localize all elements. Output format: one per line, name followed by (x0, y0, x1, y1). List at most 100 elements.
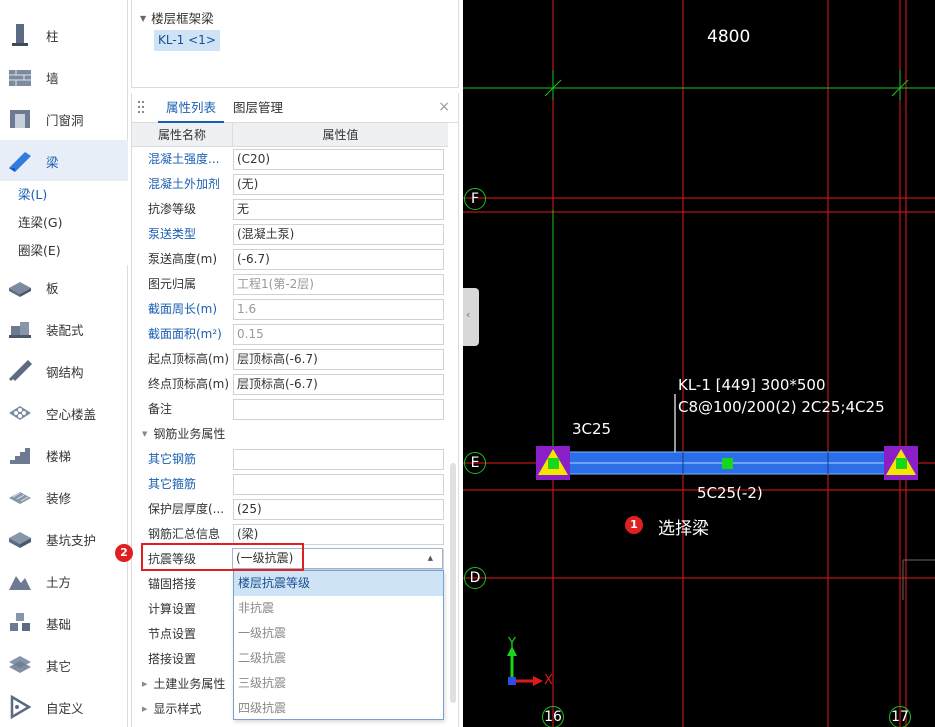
nav-item-label: 装修 (46, 490, 72, 506)
property-value[interactable]: (无) (233, 174, 444, 195)
column-header-value: 属性值 (233, 123, 448, 147)
sub-item-0[interactable]: 梁(L) (0, 181, 128, 209)
step-1-instruction: 选择梁 (658, 519, 709, 539)
step-badge-1: 1 (625, 516, 643, 534)
nav-item-hollow-floor[interactable]: 空心楼盖 (0, 392, 128, 434)
dimension-text: 4800 (707, 27, 751, 47)
sub-item-1[interactable]: 连梁(G) (0, 209, 128, 237)
construction-lines (902, 559, 935, 600)
nav-item-label: 其它 (46, 658, 72, 674)
nav-item-earthwork[interactable]: 土方 (0, 560, 128, 602)
tab-layer-manager[interactable]: 图层管理 (225, 93, 291, 123)
property-value[interactable]: 工程1(第-2层) (233, 274, 444, 295)
nav-item-wall[interactable]: 墙 (0, 56, 128, 98)
chevron-icon: ▶ (142, 705, 148, 713)
property-name: 图元归属 (148, 277, 197, 291)
tree-item-kl-1[interactable]: KL-1 <1> (154, 30, 220, 51)
dropdown-option[interactable]: 非抗震 (234, 596, 443, 621)
close-icon[interactable]: × (438, 99, 450, 115)
tree-group-floor-frame-beam[interactable]: ▼ 楼层框架梁 (140, 8, 214, 27)
nav-item-label: 板 (46, 280, 59, 296)
scrollbar[interactable] (450, 463, 456, 703)
nav-item-other[interactable]: 其它 (0, 644, 128, 686)
property-name[interactable]: 泵送类型 (148, 222, 196, 247)
dropdown-option[interactable]: 二级抗震 (234, 646, 443, 671)
caret-up-icon: ▲ (427, 554, 433, 562)
property-value[interactable]: 无 (233, 199, 444, 220)
property-row: 截面面积(m²) 0.15 (132, 322, 448, 347)
property-name[interactable]: 混凝土强度... (148, 147, 219, 172)
property-value[interactable]: 0.15 (233, 324, 444, 345)
property-value[interactable]: (混凝土泵) (233, 224, 444, 245)
property-value[interactable]: 层顶标高(-6.7) (233, 349, 444, 370)
property-value[interactable]: (25) (233, 499, 444, 520)
property-name[interactable]: 其它钢筋 (148, 447, 196, 472)
nav-item-beam[interactable]: 梁 (0, 140, 128, 182)
decoration-icon (9, 492, 31, 504)
dropdown-option[interactable]: 楼层抗震等级 (234, 571, 443, 596)
property-row: 其它钢筋 (132, 447, 448, 472)
property-value[interactable]: 1.6 (233, 299, 444, 320)
group-rebar-properties[interactable]: ▼ 钢筋业务属性 (132, 422, 448, 447)
column-icon (12, 24, 28, 46)
property-value[interactable]: (梁) (233, 524, 444, 545)
property-value[interactable]: (-6.7) (233, 249, 444, 270)
nav-item-steel[interactable]: 钢结构 (0, 350, 128, 392)
nav-item-column[interactable]: 柱 (0, 14, 128, 56)
nav-item-slab[interactable]: 板 (0, 266, 128, 308)
nav-item-foundation[interactable]: 基础 (0, 602, 128, 644)
property-name[interactable]: 截面面积(m²) (148, 322, 222, 347)
property-row: 保护层厚度(... (25) (132, 497, 448, 522)
nav-item-label: 自定义 (46, 700, 84, 716)
nav-item-prefab[interactable]: 装配式 (0, 308, 128, 350)
property-row: 截面周长(m) 1.6 (132, 297, 448, 322)
column-header-name: 属性名称 (132, 123, 233, 147)
nav-item-decoration[interactable]: 装修 (0, 476, 128, 518)
property-name[interactable]: 截面周长(m) (148, 297, 217, 322)
panel-collapse-toggle[interactable]: ‹ (463, 288, 479, 346)
property-name: 终点顶标高(m) (148, 377, 230, 391)
nav-item-label: 墙 (46, 70, 59, 86)
prefab-icon (9, 322, 31, 338)
property-row: 终点顶标高(m) 层顶标高(-6.7) (132, 372, 448, 397)
highlight-box-seismic-grade (141, 543, 304, 571)
support-left-node (548, 458, 559, 469)
property-value[interactable]: (C20) (233, 149, 444, 170)
nav-item-custom[interactable]: 自定义 (0, 686, 128, 727)
beam-midpoint-node (722, 458, 733, 469)
dropdown-option[interactable]: 四级抗震 (234, 696, 443, 721)
property-value[interactable] (233, 474, 444, 495)
property-name[interactable]: 混凝土外加剂 (148, 172, 220, 197)
axis-label-17: 17 (889, 706, 911, 727)
nav-item-pit-support[interactable]: 基坑支护 (0, 518, 128, 560)
step-badge-2: 2 (115, 544, 133, 562)
drag-handle-icon[interactable] (138, 101, 144, 115)
nav-item-door-window[interactable]: 门窗洞 (0, 98, 128, 140)
nav-item-label: 柱 (46, 28, 59, 44)
nav-item-label: 钢结构 (46, 364, 84, 380)
property-row: 混凝土强度... (C20) (132, 147, 448, 172)
property-name: 搭接设置 (148, 652, 197, 666)
beam-label-line-2: C8@100/200(2) 2C25;4C25 (678, 398, 885, 416)
dropdown-option[interactable]: 三级抗震 (234, 671, 443, 696)
chevron-down-icon: ▼ (140, 14, 147, 23)
property-row: 备注 (132, 397, 448, 422)
tab-property-list[interactable]: 属性列表 (158, 93, 225, 123)
sub-item-2[interactable]: 圈梁(E) (0, 237, 128, 265)
property-row: 图元归属 工程1(第-2层) (132, 272, 448, 297)
dimension-line (463, 70, 935, 452)
support-right-node (896, 458, 907, 469)
property-value[interactable]: 层顶标高(-6.7) (233, 374, 444, 395)
property-name[interactable]: 其它箍筋 (148, 472, 196, 497)
nav-item-stairs[interactable]: 楼梯 (0, 434, 128, 476)
dropdown-option[interactable]: 一级抗震 (234, 621, 443, 646)
property-value[interactable] (233, 399, 444, 420)
hollow-floor-icon (9, 406, 31, 420)
property-value[interactable] (233, 449, 444, 470)
property-name: 锚固搭接 (148, 577, 197, 591)
drawing-canvas[interactable] (463, 0, 935, 727)
nav-item-label: 楼梯 (46, 448, 72, 464)
axis-label-f: F (464, 188, 486, 210)
nav-item-label: 土方 (46, 574, 72, 590)
group-label: 钢筋业务属性 (153, 427, 226, 441)
